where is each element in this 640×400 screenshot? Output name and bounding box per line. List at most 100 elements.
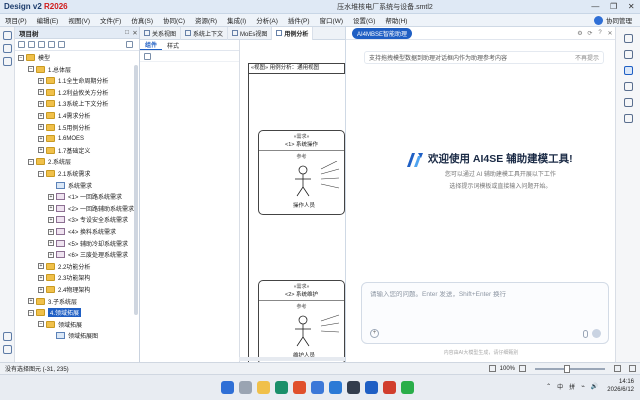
zoom-out-icon[interactable] <box>519 365 526 372</box>
expand-toggle-icon[interactable]: − <box>28 66 34 73</box>
tree-node[interactable]: +3.子系统层 <box>28 296 77 307</box>
expand-toggle-icon[interactable]: − <box>28 158 34 165</box>
tree-node[interactable]: +1.3系统上下文分析 <box>38 98 108 109</box>
search-icon[interactable] <box>239 381 252 394</box>
tree-node[interactable]: − 4.领域拓展 <box>28 307 82 318</box>
menu-item[interactable]: 设置(G) <box>348 15 380 25</box>
collapse-icon[interactable] <box>28 41 35 48</box>
usecase-node-operation[interactable]: «需求» <1> 系统操作 参考 操作人员 <box>258 130 345 215</box>
expand-toggle-icon[interactable]: + <box>28 298 34 305</box>
tab-diagram[interactable]: MoEs视图 <box>228 26 273 40</box>
menu-item[interactable]: 窗口(W) <box>315 15 348 25</box>
usecase-node-maintenance[interactable]: «需求» <2> 系统维护 参考 维护人员 <box>258 280 345 362</box>
expand-toggle-icon[interactable]: − <box>38 321 44 328</box>
tree-node[interactable]: − 1.总体层 <box>28 64 71 75</box>
expand-toggle-icon[interactable]: − <box>18 54 24 61</box>
tree-node[interactable]: +1.5用例分析 <box>38 122 90 133</box>
tab-diagram[interactable]: 用例分析 <box>272 26 314 40</box>
layers-icon[interactable] <box>3 57 12 66</box>
question-input[interactable] <box>370 291 600 298</box>
expand-toggle-icon[interactable]: + <box>38 286 44 293</box>
menu-item[interactable]: 视图(V) <box>63 15 95 25</box>
tree-node[interactable]: +2.4物理架构 <box>38 284 90 295</box>
wechat-icon[interactable] <box>401 381 414 394</box>
menu-item[interactable]: 文件(F) <box>95 15 126 25</box>
tree-node[interactable]: − 领域拓展 <box>38 319 82 330</box>
filter-icon[interactable] <box>58 41 65 48</box>
expand-toggle-icon[interactable]: + <box>48 216 54 223</box>
expand-toggle-icon[interactable]: + <box>48 251 54 258</box>
tray-overflow-icon[interactable]: ⌃ <box>546 383 551 390</box>
tree-close-button[interactable]: ✕ <box>131 29 139 37</box>
tree-node[interactable]: 领域拓展图 <box>48 330 98 341</box>
zoom-slider-knob[interactable] <box>563 364 570 373</box>
tree-node[interactable]: − 2.1系统需求 <box>38 168 90 179</box>
tree-node[interactable]: +2.2功能分析 <box>38 261 90 272</box>
store-icon[interactable] <box>311 381 324 394</box>
expand-toggle-icon[interactable]: − <box>28 309 34 316</box>
send-button[interactable] <box>592 329 601 338</box>
design-icon[interactable] <box>365 381 378 394</box>
expand-icon[interactable] <box>38 41 45 48</box>
refresh-icon[interactable] <box>48 41 55 48</box>
menu-item[interactable]: 仿真(S) <box>126 15 158 25</box>
expand-toggle-icon[interactable]: + <box>38 100 44 107</box>
assistant-badge[interactable]: AI4MBSE智能助理 <box>352 27 413 39</box>
tree-node[interactable]: 系统需求 <box>48 180 92 191</box>
help-icon[interactable] <box>3 332 12 341</box>
expand-toggle-icon[interactable]: + <box>38 274 44 281</box>
tree-node[interactable]: +1.7基础定义 <box>38 145 90 156</box>
gear-icon[interactable] <box>126 41 133 48</box>
maximize-button[interactable]: ❐ <box>610 2 617 11</box>
tree-node[interactable]: +1.6MOES <box>38 133 84 144</box>
office-icon[interactable] <box>383 381 396 394</box>
files-icon[interactable] <box>257 381 270 394</box>
menu-item[interactable]: 插件(P) <box>283 15 315 25</box>
microphone-icon[interactable] <box>583 330 588 338</box>
close-button[interactable]: ✕ <box>628 2 635 11</box>
tree-node[interactable]: − 2.系统层 <box>28 156 71 167</box>
ime-mode-icon[interactable]: 拼 <box>569 382 575 391</box>
properties-icon[interactable] <box>624 34 633 43</box>
tree-node[interactable]: + <4> 换料系统需求 <box>48 226 116 237</box>
menu-item[interactable]: 分析(A) <box>251 15 283 25</box>
tree-node[interactable]: + <5> 辅助冷却系统需求 <box>48 238 128 249</box>
diagram-canvas[interactable]: «视图» 用例分析：通用视图 «需求» <1> 系统操作 参考 操作人员 «需求… <box>240 40 345 362</box>
zoom-slider[interactable] <box>535 364 605 373</box>
palette-search-icon[interactable] <box>144 52 151 60</box>
menu-item[interactable]: 资源(R) <box>190 15 222 25</box>
volume-icon[interactable]: 🔊 <box>591 383 598 390</box>
settings-icon[interactable]: ⚙ <box>575 30 585 37</box>
tree-node[interactable]: + <1> 一回路系统需求 <box>48 191 122 202</box>
expand-toggle-icon[interactable]: + <box>38 89 44 96</box>
expand-toggle-icon[interactable]: + <box>48 205 54 212</box>
notifications-icon[interactable] <box>624 82 633 91</box>
zoom-in-icon[interactable] <box>614 365 621 372</box>
user-menu[interactable]: 协同管理 <box>594 15 640 25</box>
tab-styles[interactable]: 样式 <box>162 41 184 50</box>
project-tree-icon[interactable] <box>3 31 12 40</box>
tree-node[interactable]: + <2> 一回路辅助系统需求 <box>48 203 134 214</box>
help-icon[interactable]: ? <box>595 30 605 36</box>
wifi-icon[interactable]: ⌁ <box>581 383 585 390</box>
search-icon[interactable] <box>3 44 12 53</box>
tree-node[interactable]: +1.1全生命周期分析 <box>38 75 108 86</box>
history-icon[interactable] <box>624 98 633 107</box>
dismiss-notice-link[interactable]: 不再提示 <box>575 53 603 62</box>
tree-node[interactable]: +1.4需求分析 <box>38 110 90 121</box>
tree-maximize-button[interactable]: □ <box>123 29 131 36</box>
tree-node[interactable]: + <6> 三废处理系统需求 <box>48 249 128 260</box>
tab-diagram[interactable]: 系统上下文 <box>181 26 229 40</box>
outline-icon[interactable] <box>624 50 633 59</box>
tree-node[interactable]: − 模型 <box>18 52 50 63</box>
ai-assistant-icon[interactable] <box>624 66 633 75</box>
input-language-icon[interactable]: 中 <box>557 382 563 391</box>
expand-toggle-icon[interactable]: + <box>38 147 44 154</box>
menu-item[interactable]: 协同(C) <box>158 15 190 25</box>
expand-toggle-icon[interactable]: + <box>38 263 44 270</box>
tree-node[interactable]: +1.2利益攸关方分析 <box>38 87 108 98</box>
edge-icon[interactable] <box>275 381 288 394</box>
expand-toggle-icon[interactable]: + <box>38 77 44 84</box>
tab-diagram[interactable]: 关系视图 <box>140 26 182 40</box>
vscode-icon[interactable] <box>329 381 342 394</box>
